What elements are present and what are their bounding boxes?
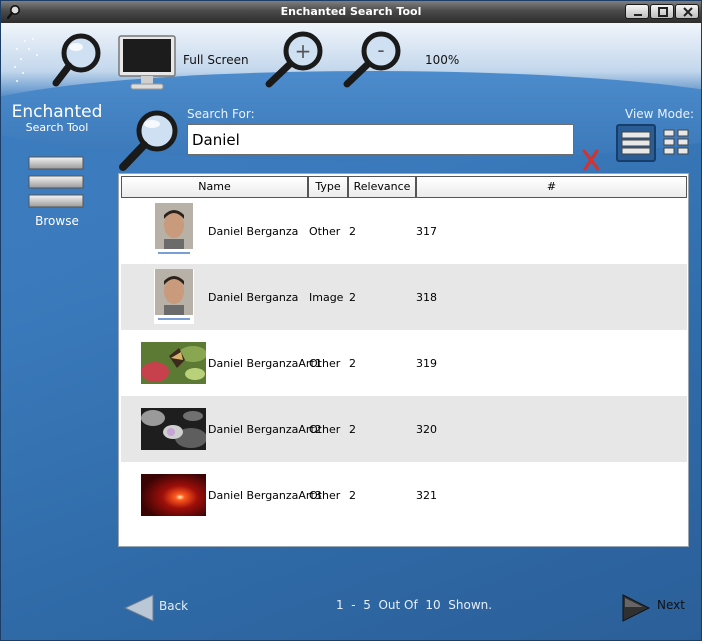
cell-name: Daniel BerganzaArt1 bbox=[208, 357, 322, 370]
cell-number: 320 bbox=[416, 423, 437, 436]
cell-name: Daniel Berganza bbox=[208, 291, 299, 304]
view-mode-label: View Mode: bbox=[625, 107, 695, 121]
cell-relevance: 2 bbox=[349, 225, 356, 238]
browse-list-icon[interactable] bbox=[28, 156, 84, 210]
close-icon bbox=[683, 7, 693, 17]
monitor-icon[interactable] bbox=[117, 34, 177, 92]
cell-number: 317 bbox=[416, 225, 437, 238]
cell-relevance: 2 bbox=[349, 489, 356, 502]
cell-type: Other bbox=[309, 423, 341, 436]
cell-relevance: 2 bbox=[349, 423, 356, 436]
full-screen-label[interactable]: Full Screen bbox=[183, 53, 249, 67]
zoom-level: 100% bbox=[425, 53, 460, 67]
decorative-dots bbox=[14, 38, 38, 82]
table-row[interactable]: Daniel BerganzaArt2 Other 2 320 bbox=[121, 396, 687, 462]
app-window: Enchanted Search Tool Full Screen + - 10… bbox=[0, 0, 702, 641]
cell-type: Other bbox=[309, 357, 341, 370]
back-button-label[interactable]: Back bbox=[159, 599, 188, 613]
column-header-relevance[interactable]: Relevance bbox=[348, 176, 416, 198]
cell-number: 321 bbox=[416, 489, 437, 502]
butterfly-thumbnail bbox=[141, 342, 206, 384]
title-bar: Enchanted Search Tool bbox=[1, 1, 701, 23]
table-row[interactable]: Daniel BerganzaArt1 Other 2 319 bbox=[121, 330, 687, 396]
table-row[interactable]: Daniel BerganzaArt3 Other 2 321 bbox=[121, 462, 687, 528]
browse-label[interactable]: Browse bbox=[1, 214, 113, 228]
cell-name: Daniel BerganzaArt2 bbox=[208, 423, 322, 436]
window-title: Enchanted Search Tool bbox=[280, 5, 422, 18]
brand-name: Enchanted bbox=[11, 102, 103, 122]
maximize-icon bbox=[658, 7, 668, 17]
portrait-thumbnail bbox=[154, 269, 194, 324]
portrait-thumbnail bbox=[154, 203, 194, 258]
search-for-label: Search For: bbox=[187, 107, 255, 121]
next-button-label[interactable]: Next bbox=[657, 598, 685, 612]
column-header-name[interactable]: Name bbox=[121, 176, 308, 198]
view-mode-grid-button[interactable] bbox=[658, 124, 698, 162]
cell-relevance: 2 bbox=[349, 357, 356, 370]
table-row[interactable]: Daniel Berganza Image 2 318 bbox=[121, 264, 687, 330]
list-view-icon bbox=[621, 131, 651, 155]
search-icon[interactable] bbox=[51, 31, 105, 89]
pagination-status: 1 - 5 Out Of 10 Shown. bbox=[336, 598, 493, 612]
column-header-type[interactable]: Type bbox=[308, 176, 348, 198]
search-go-icon[interactable] bbox=[117, 109, 183, 173]
cell-number: 319 bbox=[416, 357, 437, 370]
results-table: Name Type Relevance # Daniel Berganza Ot… bbox=[118, 173, 689, 547]
cell-relevance: 2 bbox=[349, 291, 356, 304]
grid-view-icon bbox=[663, 129, 689, 155]
zoom-in-icon[interactable]: + bbox=[263, 31, 323, 91]
cell-type: Image bbox=[309, 291, 344, 304]
cell-number: 318 bbox=[416, 291, 437, 304]
cell-type: Other bbox=[309, 489, 341, 502]
table-header: Name Type Relevance # bbox=[121, 176, 687, 198]
cell-name: Daniel Berganza bbox=[208, 225, 299, 238]
minimize-button[interactable] bbox=[625, 4, 649, 19]
zoom-out-icon[interactable]: - bbox=[341, 31, 401, 91]
svg-text:+: + bbox=[295, 39, 312, 63]
next-arrow-icon[interactable] bbox=[621, 593, 651, 623]
svg-text:-: - bbox=[377, 38, 384, 62]
table-row[interactable]: Daniel Berganza Other 2 317 bbox=[121, 198, 687, 264]
minimize-icon bbox=[634, 14, 642, 16]
red-light-thumbnail bbox=[141, 474, 206, 516]
back-arrow-icon[interactable] bbox=[123, 593, 155, 623]
search-input[interactable] bbox=[187, 124, 574, 155]
cell-type: Other bbox=[309, 225, 341, 238]
brand-subtitle: Search Tool bbox=[25, 121, 89, 134]
close-button[interactable] bbox=[675, 4, 699, 19]
view-mode-list-button[interactable] bbox=[616, 124, 656, 162]
cell-name: Daniel BerganzaArt3 bbox=[208, 489, 322, 502]
grayscale-flower-thumbnail bbox=[141, 408, 206, 450]
column-header-number[interactable]: # bbox=[416, 176, 687, 198]
clear-search-icon[interactable] bbox=[580, 148, 602, 172]
maximize-button[interactable] bbox=[650, 4, 674, 19]
